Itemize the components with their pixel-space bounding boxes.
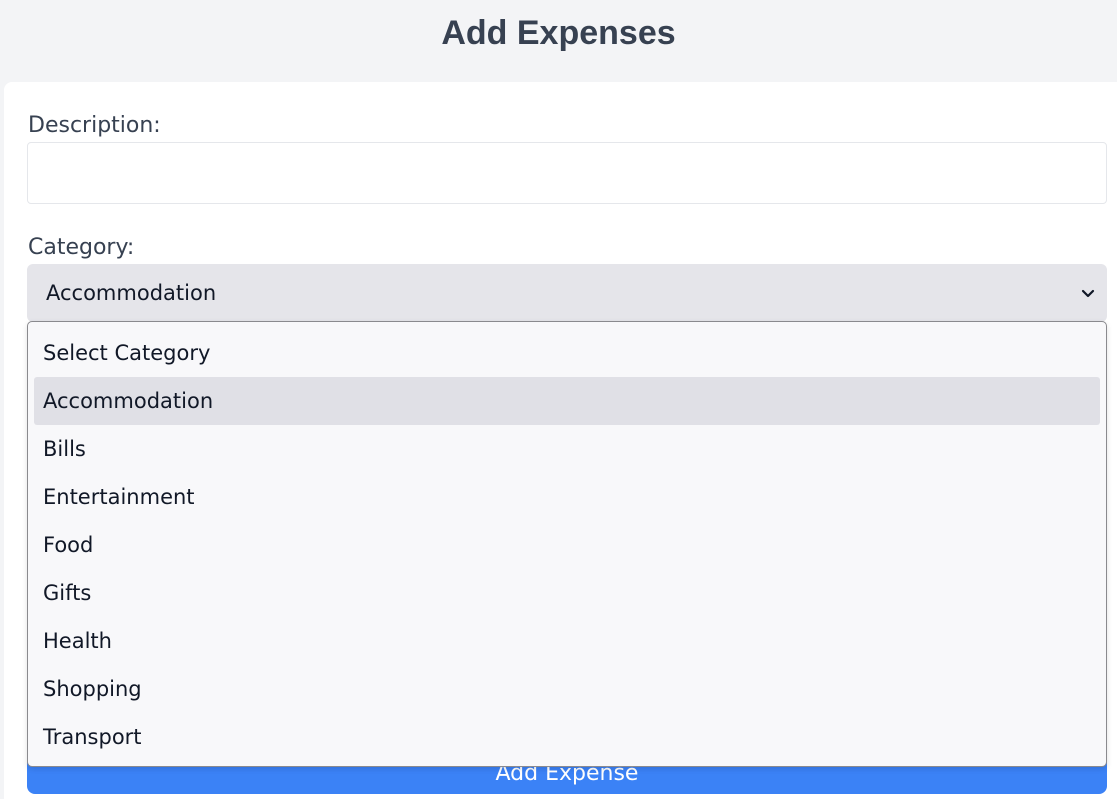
dropdown-option[interactable]: Accommodation — [34, 377, 1100, 425]
dropdown-option[interactable]: Transport — [34, 713, 1100, 761]
dropdown-option[interactable]: Entertainment — [34, 473, 1100, 521]
dropdown-option[interactable]: Bills — [34, 425, 1100, 473]
dropdown-option[interactable]: Gifts — [34, 569, 1100, 617]
dropdown-option[interactable]: Select Category — [34, 329, 1100, 377]
dropdown-option[interactable]: Health — [34, 617, 1100, 665]
dropdown-option[interactable]: Shopping — [34, 665, 1100, 713]
description-input[interactable] — [27, 142, 1107, 204]
category-select[interactable]: Accommodation — [27, 264, 1107, 322]
category-label: Category: — [28, 235, 135, 260]
page-title: Add Expenses — [441, 14, 676, 52]
header: Add Expenses — [0, 0, 1117, 80]
category-dropdown-list: Select Category Accommodation Bills Enterta… — [27, 321, 1107, 767]
dropdown-option[interactable]: Food — [34, 521, 1100, 569]
category-select-value: Accommodation — [46, 281, 217, 305]
page: Add Expenses Description: Category: Acco… — [0, 0, 1117, 799]
description-label: Description: — [28, 113, 161, 138]
chevron-down-icon — [1081, 289, 1095, 298]
